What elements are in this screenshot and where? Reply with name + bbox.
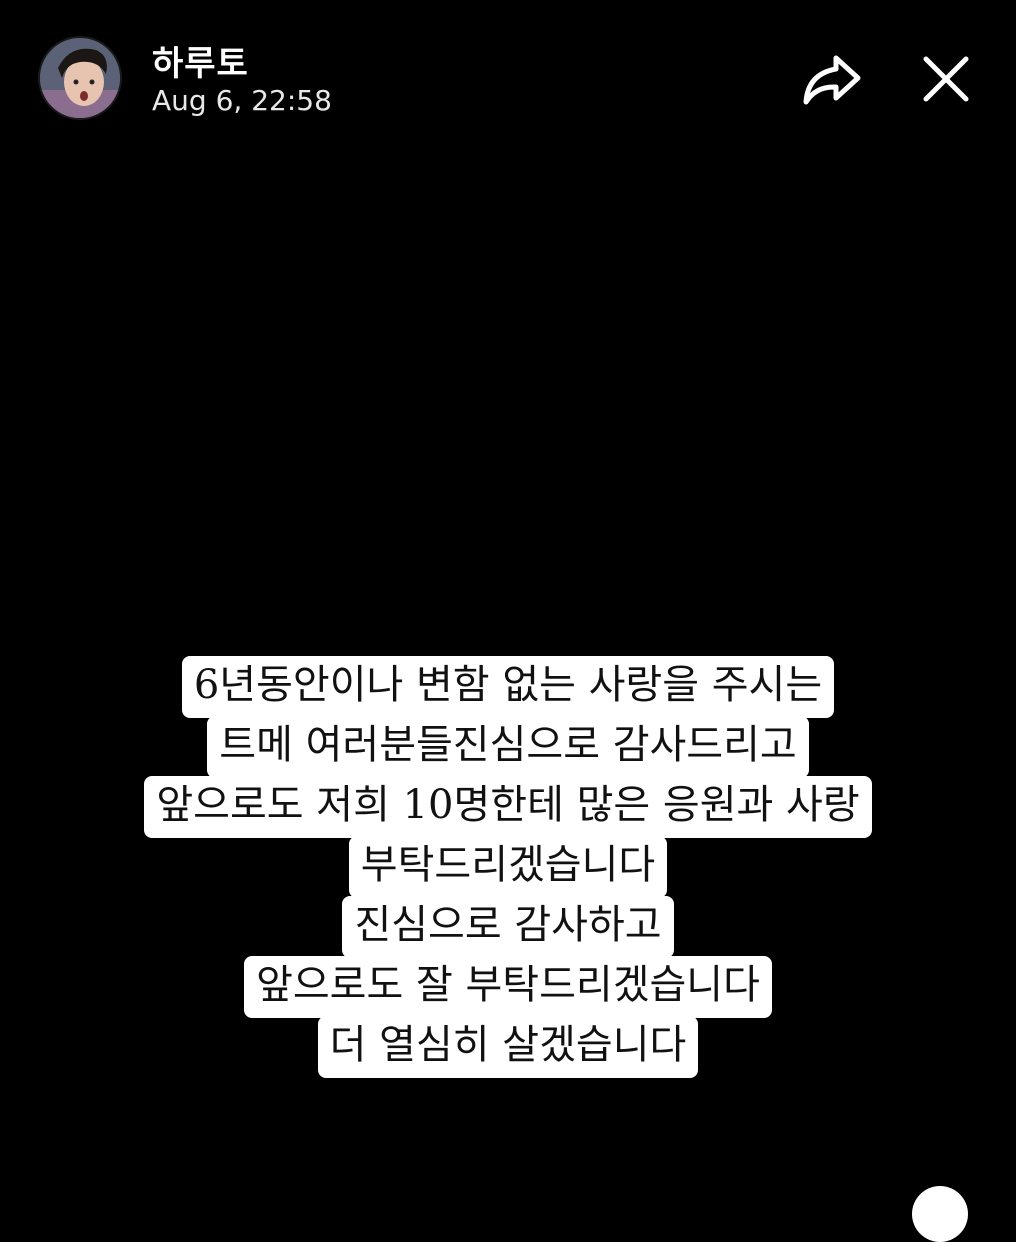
post-timestamp: Aug 6, 22:58 (152, 84, 332, 117)
story-caption: 6년동안이나 변함 없는 사랑을 주시는 트메 여러분들진심으로 감사드리고 앞… (0, 656, 1016, 1078)
caption-line: 진심으로 감사하고 (342, 896, 674, 958)
caption-line: 앞으로도 저희 10명한테 많은 응원과 사랑 (144, 776, 872, 838)
caption-line: 트메 여러분들진심으로 감사드리고 (207, 716, 809, 778)
user-avatar[interactable] (40, 38, 120, 118)
caption-line: 더 열심히 살겠습니다 (317, 1016, 699, 1078)
close-icon (923, 56, 969, 102)
caption-line: 6년동안이나 변함 없는 사랑을 주시는 (181, 656, 835, 718)
bottom-control[interactable] (912, 1186, 968, 1242)
story-header: 하루토 Aug 6, 22:58 (0, 0, 1016, 150)
caption-line: 부탁드리겠습니다 (348, 836, 668, 898)
share-arrow-icon (803, 55, 861, 105)
share-button[interactable] (798, 50, 866, 110)
caption-line: 앞으로도 잘 부탁드리겠습니다 (244, 956, 772, 1018)
username[interactable]: 하루토 (152, 36, 249, 85)
close-button[interactable] (914, 50, 978, 110)
